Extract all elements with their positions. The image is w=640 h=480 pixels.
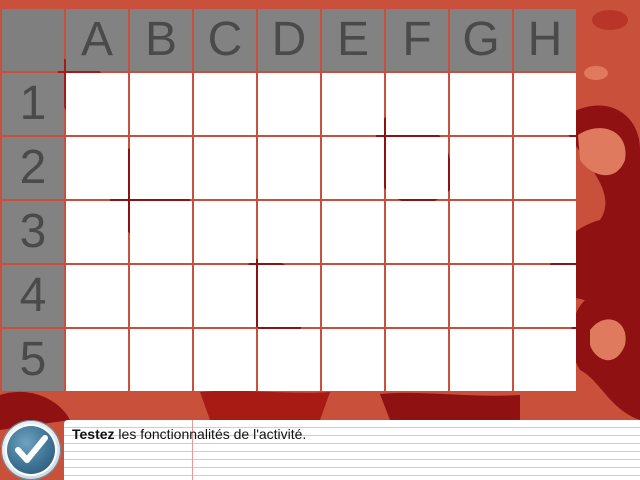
grid-cell[interactable] <box>258 329 320 391</box>
grid-cell[interactable] <box>130 73 192 135</box>
grid-cell[interactable] <box>66 265 128 327</box>
row-header: 4 <box>2 265 64 327</box>
instruction-text: Testez les fonctionnalités de l'activité… <box>72 426 306 442</box>
row-header: 1 <box>2 73 64 135</box>
checkmark-icon <box>7 426 55 474</box>
grid-cell[interactable] <box>514 137 576 199</box>
grid-cell[interactable] <box>386 73 448 135</box>
instruction-rest: les fonctionnalités de l'activité. <box>114 426 307 442</box>
grid-cell[interactable] <box>130 265 192 327</box>
column-header: F <box>386 9 448 71</box>
grid-cell[interactable] <box>450 73 512 135</box>
column-header: E <box>322 9 384 71</box>
column-header: D <box>258 9 320 71</box>
row-header: 2 <box>2 137 64 199</box>
grid-cell[interactable] <box>194 201 256 263</box>
grid-cell[interactable] <box>450 329 512 391</box>
grid-corner <box>2 9 64 71</box>
grid-cell[interactable] <box>386 265 448 327</box>
column-header: G <box>450 9 512 71</box>
grid-cell[interactable] <box>322 265 384 327</box>
grid-cell[interactable] <box>514 201 576 263</box>
grid-cell[interactable] <box>322 137 384 199</box>
column-header: B <box>130 9 192 71</box>
game-board: ABCDEFGH 12345 <box>2 9 576 391</box>
column-header: H <box>514 9 576 71</box>
grid-cell[interactable] <box>258 201 320 263</box>
grid-cell[interactable] <box>66 329 128 391</box>
grid-cell[interactable] <box>322 73 384 135</box>
grid-cell[interactable] <box>258 137 320 199</box>
grid-cell[interactable] <box>194 137 256 199</box>
row-header: 3 <box>2 201 64 263</box>
grid-cell[interactable] <box>258 265 320 327</box>
validate-button[interactable] <box>1 420 61 480</box>
grid-cell[interactable] <box>386 329 448 391</box>
grid-cell[interactable] <box>450 265 512 327</box>
instruction-note: Testez les fonctionnalités de l'activité… <box>64 420 640 480</box>
grid-cell[interactable] <box>130 329 192 391</box>
grid-cell[interactable] <box>194 265 256 327</box>
grid-cell[interactable] <box>130 137 192 199</box>
grid-cell[interactable] <box>450 137 512 199</box>
instruction-bold: Testez <box>72 426 115 442</box>
grid-cell[interactable] <box>386 137 448 199</box>
grid-cell[interactable] <box>66 73 128 135</box>
column-header: A <box>66 9 128 71</box>
grid-cell[interactable] <box>450 201 512 263</box>
grid-cell[interactable] <box>386 201 448 263</box>
grid-cell[interactable] <box>130 201 192 263</box>
instruction-bar: Testez les fonctionnalités de l'activité… <box>0 420 640 480</box>
grid-cell[interactable] <box>514 265 576 327</box>
grid-cell[interactable] <box>66 201 128 263</box>
grid-cell[interactable] <box>194 329 256 391</box>
column-header: C <box>194 9 256 71</box>
grid-cell[interactable] <box>258 73 320 135</box>
row-header: 5 <box>2 329 64 391</box>
grid-cell[interactable] <box>514 329 576 391</box>
grid-cell[interactable] <box>66 137 128 199</box>
grid-cell[interactable] <box>322 201 384 263</box>
grid-cell[interactable] <box>194 73 256 135</box>
grid-cell[interactable] <box>322 329 384 391</box>
grid-cell[interactable] <box>514 73 576 135</box>
